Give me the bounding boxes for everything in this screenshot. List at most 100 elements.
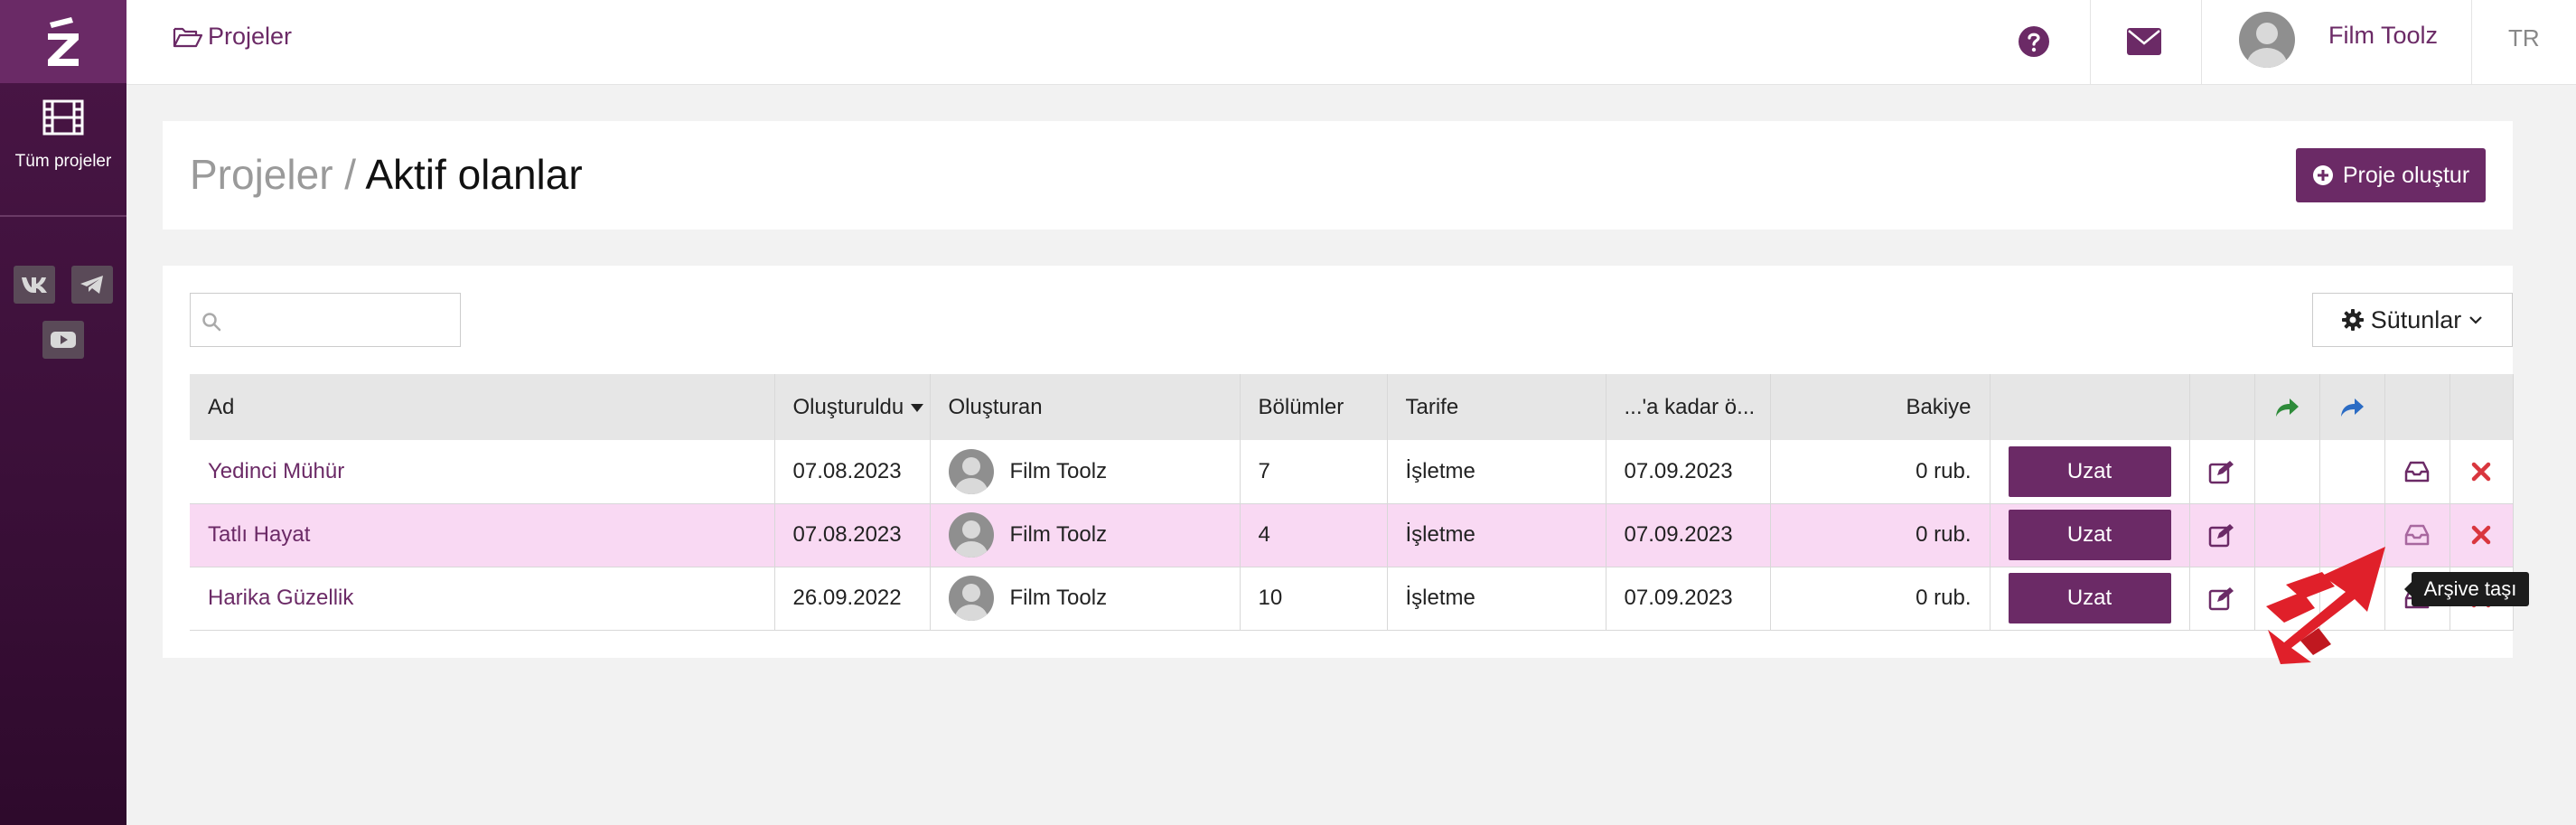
avatar <box>948 576 994 621</box>
question-circle-icon[interactable] <box>2018 25 2050 58</box>
edit-icon[interactable] <box>2208 522 2235 548</box>
search-input[interactable] <box>227 294 457 346</box>
creator-name: Film Toolz <box>1009 586 1108 610</box>
col-header-delete <box>2450 374 2514 440</box>
cell-balance: 0 rub. <box>1770 440 1991 504</box>
avatar <box>948 448 994 494</box>
table-row[interactable]: Tatlı Hayat 07.08.2023 Film Toolz 4 İşle… <box>190 503 2514 567</box>
cell-tariff: İşletme <box>1387 440 1606 504</box>
col-header-extend <box>1990 374 2190 440</box>
cell-created: 07.08.2023 <box>774 440 931 504</box>
page-title: Projeler / Aktif olanlar <box>190 150 583 199</box>
col-header-episodes[interactable]: Bölümler <box>1240 374 1388 440</box>
vk-icon <box>22 277 47 293</box>
col-header-created[interactable]: Oluşturuldu <box>774 374 931 440</box>
cell-tariff: İşletme <box>1387 567 1606 631</box>
user-name[interactable]: Film Toolz <box>2328 22 2438 50</box>
topbar-separator <box>2201 0 2202 85</box>
delete-x-icon[interactable] <box>2468 459 2495 484</box>
sidebar-item-label: Tüm projeler <box>14 152 112 171</box>
cell-balance: 0 rub. <box>1770 567 1991 631</box>
logo-icon <box>48 17 79 66</box>
page-header: Projeler / Aktif olanlar Proje oluştur <box>163 121 2513 230</box>
cell-empty <box>2254 440 2320 504</box>
col-header-name[interactable]: Ad <box>190 374 775 440</box>
delete-x-icon[interactable] <box>2468 522 2495 548</box>
page-title-parent[interactable]: Projeler / <box>190 151 356 198</box>
col-header-archive <box>2384 374 2450 440</box>
col-header-share-green <box>2254 374 2320 440</box>
telegram-link[interactable] <box>71 266 113 304</box>
cell-episodes: 7 <box>1240 440 1388 504</box>
archive-inbox-icon[interactable] <box>2403 522 2431 548</box>
projects-table: Ad Oluşturuldu Oluşturan Bölümler Tarife… <box>190 374 2514 631</box>
project-name-link[interactable]: Harika Güzellik <box>208 586 353 610</box>
cell-paid-until: 07.09.2023 <box>1606 503 1771 567</box>
extend-button[interactable]: Uzat <box>2008 510 2171 560</box>
cell-episodes: 10 <box>1240 567 1388 631</box>
projects-panel: Sütunlar Ad Oluşturuldu Oluşturan Bölüml… <box>163 266 2514 658</box>
sort-desc-icon <box>911 403 924 412</box>
folder-open-icon <box>173 27 203 47</box>
cell-creator: Film Toolz <box>930 503 1241 567</box>
col-header-edit <box>2189 374 2255 440</box>
table-row[interactable]: Harika Güzellik 26.09.2022 Film Toolz 10… <box>190 567 2514 631</box>
plus-circle-icon <box>2312 165 2333 185</box>
breadcrumb[interactable]: Projeler <box>172 23 292 51</box>
sidebar-item-all-projects[interactable]: Tüm projeler <box>0 99 126 172</box>
topbar: Projeler Film Toolz TR <box>126 0 2576 85</box>
cell-empty <box>2319 440 2385 504</box>
cell-created: 07.08.2023 <box>774 503 931 567</box>
col-header-created-label: Oluşturuldu <box>792 394 904 419</box>
page-title-current: Aktif olanlar <box>365 151 583 198</box>
archive-inbox-icon[interactable] <box>2403 459 2431 484</box>
film-icon <box>42 99 84 136</box>
col-header-creator[interactable]: Oluşturan <box>930 374 1241 440</box>
col-header-paid-until[interactable]: ...'a kadar ö... <box>1606 374 1771 440</box>
table-row[interactable]: Yedinci Mühür 07.08.2023 Film Toolz 7 İş… <box>190 440 2514 504</box>
chevron-down-icon <box>2469 316 2483 324</box>
cell-created: 26.09.2022 <box>774 567 931 631</box>
gear-icon <box>2341 309 2364 331</box>
extend-button[interactable]: Uzat <box>2008 445 2171 497</box>
vk-link[interactable] <box>14 266 55 304</box>
cell-creator: Film Toolz <box>930 440 1241 504</box>
project-name-link[interactable]: Yedinci Mühür <box>208 459 344 483</box>
cell-tariff: İşletme <box>1387 503 1606 567</box>
search-icon <box>202 313 221 332</box>
youtube-link[interactable] <box>42 321 84 359</box>
topbar-separator <box>2471 0 2472 85</box>
pointer-arrow-icon <box>2266 547 2385 664</box>
envelope-icon[interactable] <box>2126 27 2162 56</box>
cell-episodes: 4 <box>1240 503 1388 567</box>
create-project-button[interactable]: Proje oluştur <box>2296 148 2486 202</box>
sidebar-divider <box>0 215 126 217</box>
search-box[interactable] <box>190 293 461 347</box>
language-switch[interactable]: TR <box>2508 24 2540 52</box>
project-name-link[interactable]: Tatlı Hayat <box>208 522 310 547</box>
columns-dropdown-button[interactable]: Sütunlar <box>2312 293 2513 347</box>
breadcrumb-label: Projeler <box>208 23 293 50</box>
create-project-label: Proje oluştur <box>2342 162 2470 188</box>
table-header-row: Ad Oluşturuldu Oluşturan Bölümler Tarife… <box>190 374 2514 440</box>
cell-paid-until: 07.09.2023 <box>1606 567 1771 631</box>
avatar[interactable] <box>2239 12 2295 68</box>
app-logo[interactable] <box>0 0 126 83</box>
col-header-share-blue <box>2319 374 2385 440</box>
columns-label: Sütunlar <box>2370 305 2462 333</box>
col-header-tariff[interactable]: Tarife <box>1387 374 1606 440</box>
cell-creator: Film Toolz <box>930 567 1241 631</box>
edit-icon[interactable] <box>2208 459 2235 484</box>
topbar-separator <box>2090 0 2091 85</box>
extend-button[interactable]: Uzat <box>2008 573 2171 623</box>
cell-balance: 0 rub. <box>1770 503 1991 567</box>
share-green-icon <box>2276 398 2299 417</box>
edit-icon[interactable] <box>2208 586 2235 611</box>
cell-paid-until: 07.09.2023 <box>1606 440 1771 504</box>
sidebar: Tüm projeler <box>0 0 126 825</box>
creator-name: Film Toolz <box>1009 458 1108 483</box>
youtube-icon <box>51 332 76 348</box>
col-header-balance[interactable]: Bakiye <box>1770 374 1991 440</box>
avatar <box>948 512 994 558</box>
archive-tooltip: Arşive taşı <box>2404 572 2529 606</box>
